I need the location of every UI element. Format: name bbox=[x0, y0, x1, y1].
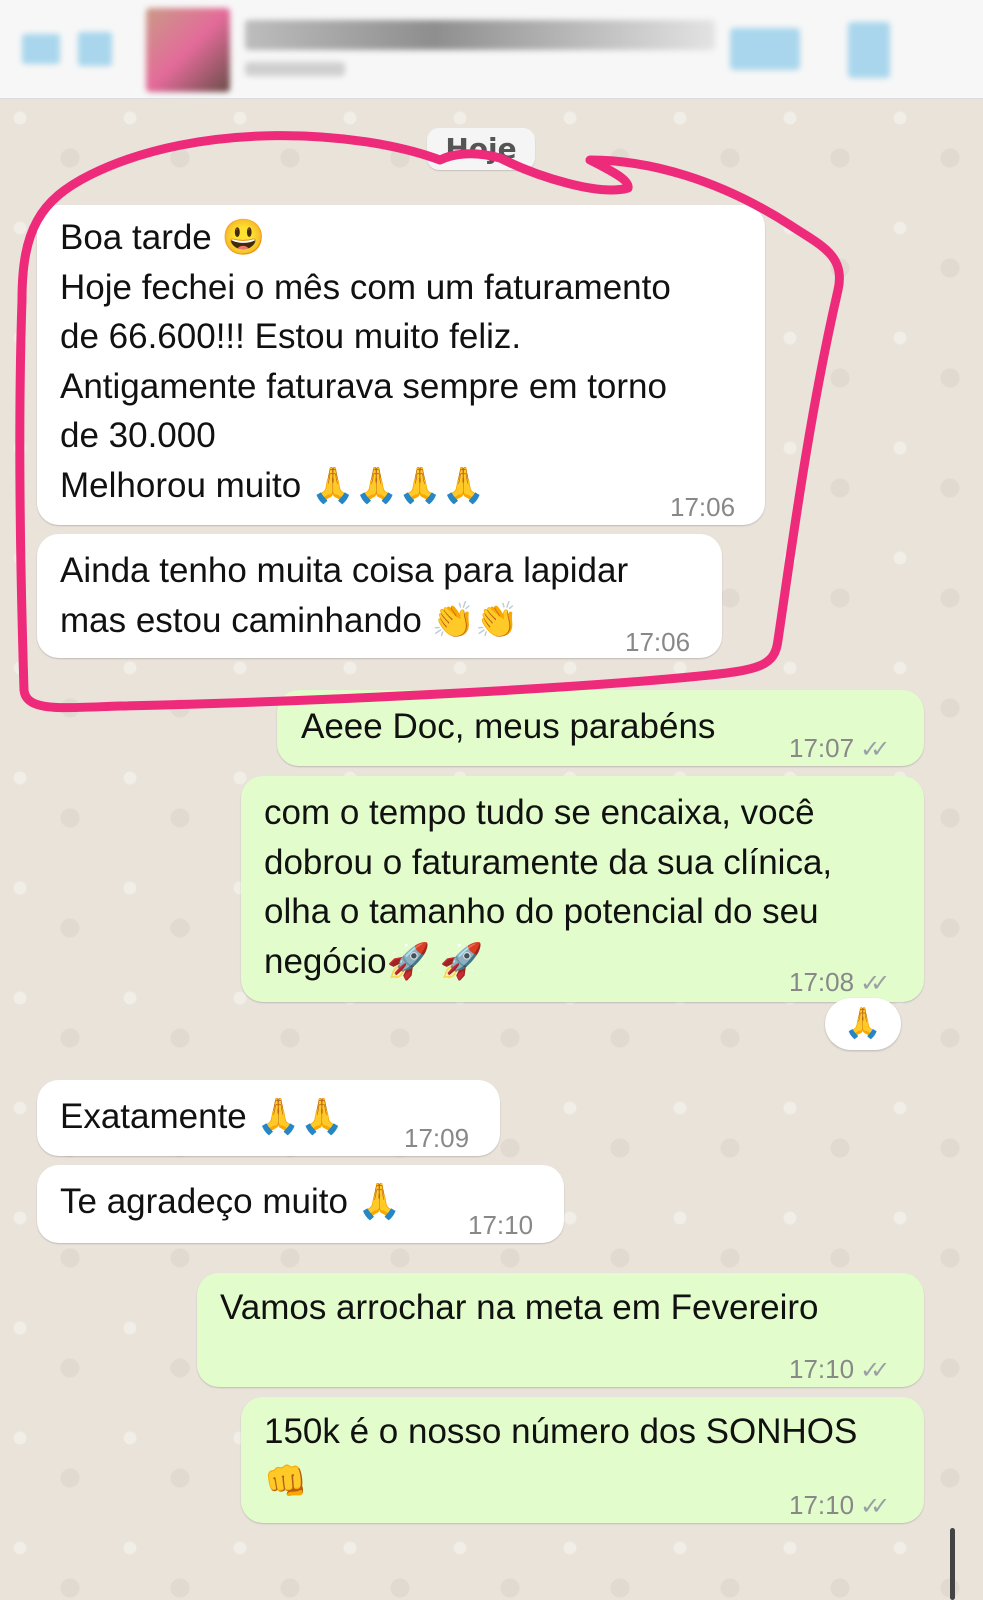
message-text: Boa tarde 😃 Hoje fechei o mês com um fat… bbox=[60, 218, 671, 505]
message-time: 17:10 bbox=[789, 1354, 855, 1384]
chat-header bbox=[0, 0, 983, 99]
scrollbar[interactable] bbox=[950, 1528, 955, 1600]
message-text: Ainda tenho muita coisa para lapidar mas… bbox=[60, 551, 629, 640]
read-receipt-icon: ✓✓ bbox=[860, 1357, 890, 1384]
message-time: 17:07 bbox=[789, 733, 855, 763]
read-receipt-icon: ✓✓ bbox=[860, 1493, 890, 1520]
message-bubble-outgoing[interactable]: 150k é o nosso número dos SONHOS 👊 17:10… bbox=[241, 1397, 924, 1523]
message-bubble-incoming[interactable]: Boa tarde 😃 Hoje fechei o mês com um fat… bbox=[37, 205, 765, 525]
message-bubble-incoming[interactable]: Te agradeço muito 🙏 17:10 bbox=[37, 1165, 564, 1243]
read-receipt-icon: ✓✓ bbox=[860, 970, 890, 997]
message-time: 17:06 bbox=[625, 627, 691, 657]
message-text: Aeee Doc, meus parabéns bbox=[301, 707, 716, 746]
message-time: 17:10 bbox=[789, 1490, 855, 1520]
read-receipt-icon: ✓✓ bbox=[860, 736, 890, 763]
back-arrow-icon[interactable] bbox=[22, 28, 112, 68]
message-text: Vamos arrochar na meta em Fevereiro bbox=[220, 1288, 819, 1327]
contact-name[interactable] bbox=[245, 20, 715, 50]
contact-status bbox=[245, 62, 345, 76]
message-meta: 17:10 ✓✓ bbox=[789, 1345, 890, 1396]
phone-call-icon[interactable] bbox=[848, 22, 890, 78]
message-bubble-outgoing[interactable]: Aeee Doc, meus parabéns 17:07 ✓✓ bbox=[277, 690, 924, 766]
message-text: com o tempo tudo se encaixa, você dobrou… bbox=[264, 793, 833, 981]
video-call-icon[interactable] bbox=[730, 28, 800, 70]
reaction-badge[interactable]: 🙏 bbox=[825, 998, 901, 1050]
date-separator: Hoje bbox=[427, 128, 535, 170]
message-time: 17:10 bbox=[468, 1210, 534, 1240]
message-time: 17:06 bbox=[670, 492, 736, 522]
message-meta: 17:10 ✓✓ bbox=[789, 1481, 890, 1532]
message-bubble-incoming[interactable]: Exatamente 🙏🙏 17:09 bbox=[37, 1080, 500, 1156]
message-bubble-outgoing[interactable]: Vamos arrochar na meta em Fevereiro 17:1… bbox=[197, 1273, 924, 1387]
message-text: Te agradeço muito 🙏 bbox=[60, 1182, 402, 1221]
message-bubble-incoming[interactable]: Ainda tenho muita coisa para lapidar mas… bbox=[37, 534, 722, 658]
message-text: Exatamente 🙏🙏 bbox=[60, 1097, 344, 1136]
message-meta: 17:07 ✓✓ bbox=[789, 724, 890, 775]
message-bubble-outgoing[interactable]: com o tempo tudo se encaixa, você dobrou… bbox=[241, 776, 924, 1002]
message-text: 150k é o nosso número dos SONHOS 👊 bbox=[264, 1412, 858, 1501]
message-time: 17:08 bbox=[789, 967, 855, 997]
message-time: 17:09 bbox=[404, 1123, 470, 1153]
contact-avatar[interactable] bbox=[146, 8, 230, 92]
